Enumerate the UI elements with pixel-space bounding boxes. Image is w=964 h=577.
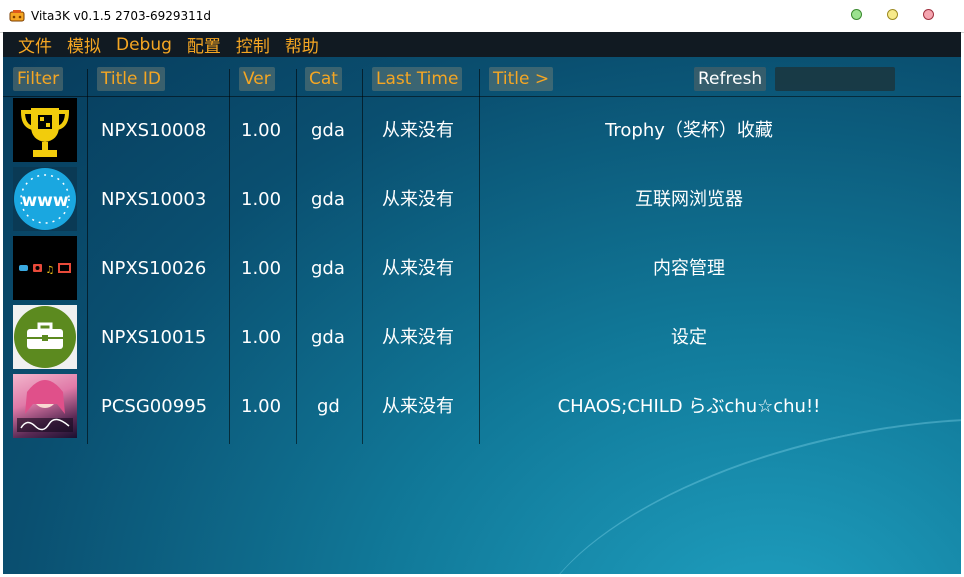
- title-id-cell: NPXS10015: [101, 327, 207, 348]
- svg-text:♫: ♫: [46, 265, 55, 276]
- app-row[interactable]: ♫ NPXS10026 1.00 gda 从来没有 内容管理: [3, 236, 961, 301]
- svg-text:www: www: [21, 191, 68, 211]
- content-manager-icon: ♫: [13, 236, 77, 300]
- ver-cell: 1.00: [241, 189, 282, 210]
- last-time-cell: 从来没有: [382, 396, 454, 417]
- title-id-cell: NPXS10026: [101, 258, 207, 279]
- sort-title-button[interactable]: Title >: [489, 67, 554, 91]
- last-time-cell: 从来没有: [382, 120, 454, 141]
- settings-toolbox-icon: [13, 305, 77, 369]
- app-row[interactable]: PCSG00995 1.00 gd 从来没有 CHAOS;CHILD らぶchu…: [3, 374, 961, 439]
- title-cell: 内容管理: [653, 258, 725, 279]
- search-input[interactable]: [775, 67, 895, 91]
- menu-config[interactable]: 配置: [187, 32, 221, 57]
- filter-button[interactable]: Filter: [13, 67, 64, 91]
- vita3k-app-icon: [9, 9, 25, 23]
- maximize-button[interactable]: [887, 9, 898, 20]
- ver-cell: 1.00: [241, 396, 282, 417]
- cat-cell: gda: [311, 120, 345, 141]
- title-cell: CHAOS;CHILD らぶchu☆chu!!: [557, 396, 821, 417]
- sort-cat-button[interactable]: Cat: [305, 67, 342, 91]
- title-id-cell: NPXS10008: [101, 120, 207, 141]
- app-row[interactable]: www NPXS10003 1.00 gda 从来没有 互联网浏览器: [3, 167, 961, 232]
- header-divider: [3, 96, 961, 97]
- refresh-button[interactable]: Refresh: [694, 67, 767, 91]
- menu-emulation[interactable]: 模拟: [67, 32, 101, 57]
- cat-cell: gda: [311, 258, 345, 279]
- menu-file[interactable]: 文件: [18, 32, 52, 57]
- title-id-cell: PCSG00995: [101, 396, 208, 417]
- menu-controls[interactable]: 控制: [236, 32, 270, 57]
- www-icon: www: [13, 167, 77, 231]
- last-time-cell: 从来没有: [382, 189, 454, 210]
- menu-bar: 文件 模拟 Debug 配置 控制 帮助: [3, 32, 961, 57]
- title-id-cell: NPXS10003: [101, 189, 207, 210]
- cat-cell: gda: [311, 327, 345, 348]
- ver-cell: 1.00: [241, 120, 282, 141]
- cat-cell: gda: [311, 189, 345, 210]
- window-title: Vita3K v0.1.5 2703-6929311d: [31, 9, 212, 23]
- title-cell: 设定: [671, 327, 707, 348]
- sort-last-time-button[interactable]: Last Time: [372, 67, 463, 91]
- cat-cell: gd: [317, 396, 340, 417]
- last-time-cell: 从来没有: [382, 258, 454, 279]
- close-button[interactable]: [923, 9, 934, 20]
- minimize-button[interactable]: [851, 9, 862, 20]
- ver-cell: 1.00: [241, 327, 282, 348]
- sort-ver-button[interactable]: Ver: [239, 67, 275, 91]
- sort-title-id-button[interactable]: Title ID: [97, 67, 165, 91]
- title-bar: Vita3K v0.1.5 2703-6929311d: [0, 0, 964, 33]
- column-header-row: Filter Title ID Ver Cat Last Time Title …: [3, 67, 961, 93]
- title-cell: Trophy（奖杯）收藏: [605, 120, 773, 141]
- title-cell: 互联网浏览器: [635, 189, 743, 210]
- trophy-icon: [13, 98, 77, 162]
- app-list-panel: 文件 模拟 Debug 配置 控制 帮助 Filter Title ID Ver…: [3, 32, 961, 574]
- ver-cell: 1.00: [241, 258, 282, 279]
- menu-help[interactable]: 帮助: [285, 32, 319, 57]
- app-row[interactable]: NPXS10008 1.00 gda 从来没有 Trophy（奖杯）收藏: [3, 98, 961, 163]
- last-time-cell: 从来没有: [382, 327, 454, 348]
- menu-debug[interactable]: Debug: [116, 35, 172, 55]
- app-row[interactable]: NPXS10015 1.00 gda 从来没有 设定: [3, 305, 961, 370]
- game-cover-icon: [13, 374, 77, 438]
